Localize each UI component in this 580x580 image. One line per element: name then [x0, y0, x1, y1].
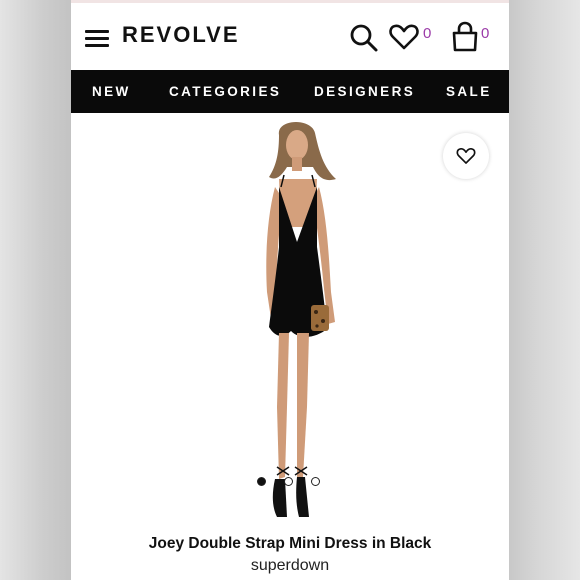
cart-count: 0: [481, 25, 490, 42]
heart-outline-icon: [456, 147, 476, 164]
product-gallery[interactable]: [71, 113, 509, 525]
product-title[interactable]: Joey Double Strap Mini Dress in Black: [71, 535, 509, 553]
add-to-wishlist-button[interactable]: [443, 133, 489, 179]
wishlist-count: 0: [423, 25, 432, 42]
nav-designers[interactable]: DESIGNERS: [314, 84, 415, 99]
search-icon[interactable]: [349, 23, 379, 53]
main-nav: NEW CATEGORIES DESIGNERS SALE: [71, 70, 509, 113]
heart-icon[interactable]: [389, 23, 419, 51]
menu-icon[interactable]: [85, 30, 109, 47]
carousel-dot-2[interactable]: [284, 477, 293, 486]
product-image: [266, 121, 336, 517]
carousel-dot-1[interactable]: [257, 477, 266, 486]
product-brand[interactable]: superdown: [71, 557, 509, 575]
site-logo[interactable]: REVOLVE: [122, 22, 240, 48]
background-left: [0, 0, 71, 580]
shopping-bag-icon[interactable]: [451, 21, 479, 53]
carousel-dot-3[interactable]: [311, 477, 320, 486]
carousel-indicator: [257, 477, 327, 489]
mobile-screen: REVOLVE 0 0 NEW CATEGORIES DESIGNERS SAL…: [71, 0, 509, 580]
site-header: REVOLVE 0 0: [71, 3, 509, 70]
nav-sale[interactable]: SALE: [446, 84, 492, 99]
nav-categories[interactable]: CATEGORIES: [169, 84, 281, 99]
nav-new[interactable]: NEW: [92, 84, 131, 99]
background-right: [509, 0, 580, 580]
